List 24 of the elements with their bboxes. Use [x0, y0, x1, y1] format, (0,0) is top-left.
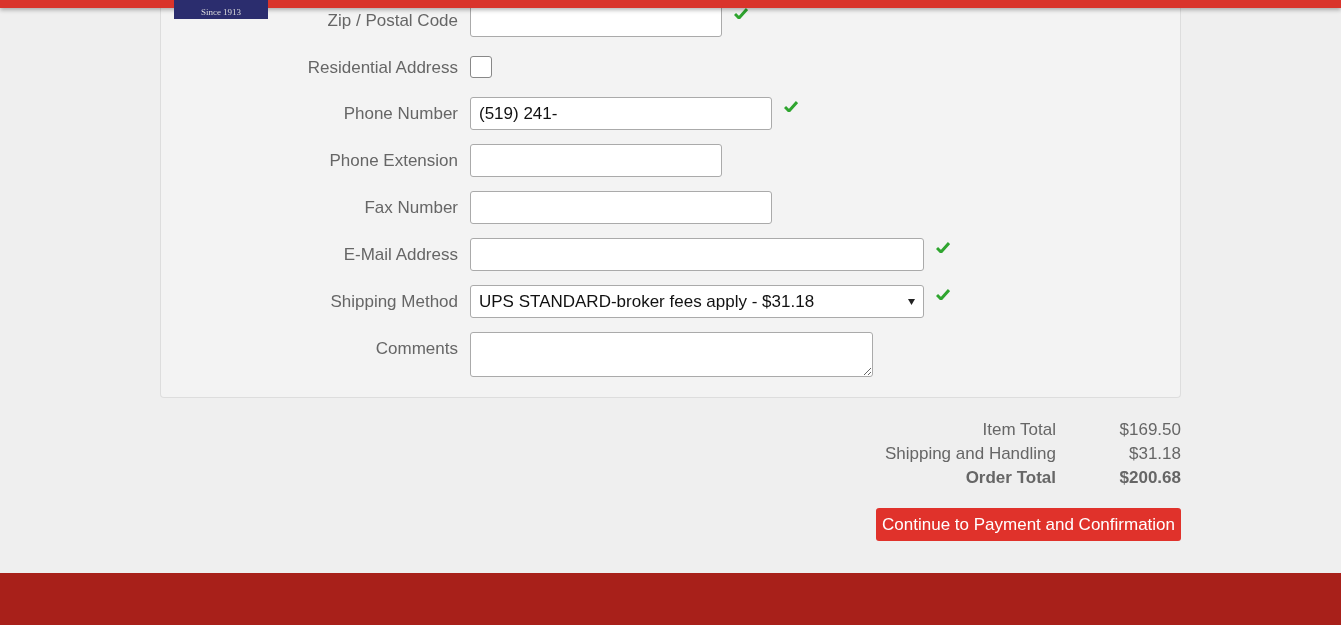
- logo-ribbon: Since 1913: [174, 0, 268, 19]
- field-label: Comments: [375, 339, 458, 359]
- total-label: Order Total: [965, 468, 1056, 488]
- total-value: $31.18: [1128, 444, 1181, 464]
- continue-button[interactable]: Continue to Payment and Confirmation: [876, 508, 1181, 541]
- field-label: Phone Number: [343, 104, 458, 124]
- field-label: Fax Number: [364, 198, 458, 218]
- text-field[interactable]: [470, 238, 924, 271]
- field-label: Phone Extension: [329, 151, 458, 171]
- shipping-dropdown[interactable]: UPS STANDARD-broker fees apply - $31.18: [470, 285, 924, 318]
- comments-field[interactable]: [470, 332, 873, 377]
- checkbox[interactable]: [470, 56, 492, 78]
- total-value: $169.50: [1118, 420, 1181, 440]
- caret-icon: [908, 298, 915, 305]
- total-label: Shipping and Handling: [884, 444, 1056, 464]
- field-label: Residential Address: [307, 58, 458, 78]
- field-label: Shipping Method: [330, 292, 458, 312]
- total-label: Item Total: [982, 420, 1056, 440]
- total-value: $200.68: [1118, 468, 1181, 488]
- field-label: E-Mail Address: [343, 245, 458, 265]
- text-field[interactable]: (519) 241-: [470, 97, 772, 130]
- text-field[interactable]: [470, 144, 722, 177]
- text-field[interactable]: [470, 191, 772, 224]
- field-label: Zip / Postal Code: [327, 11, 458, 31]
